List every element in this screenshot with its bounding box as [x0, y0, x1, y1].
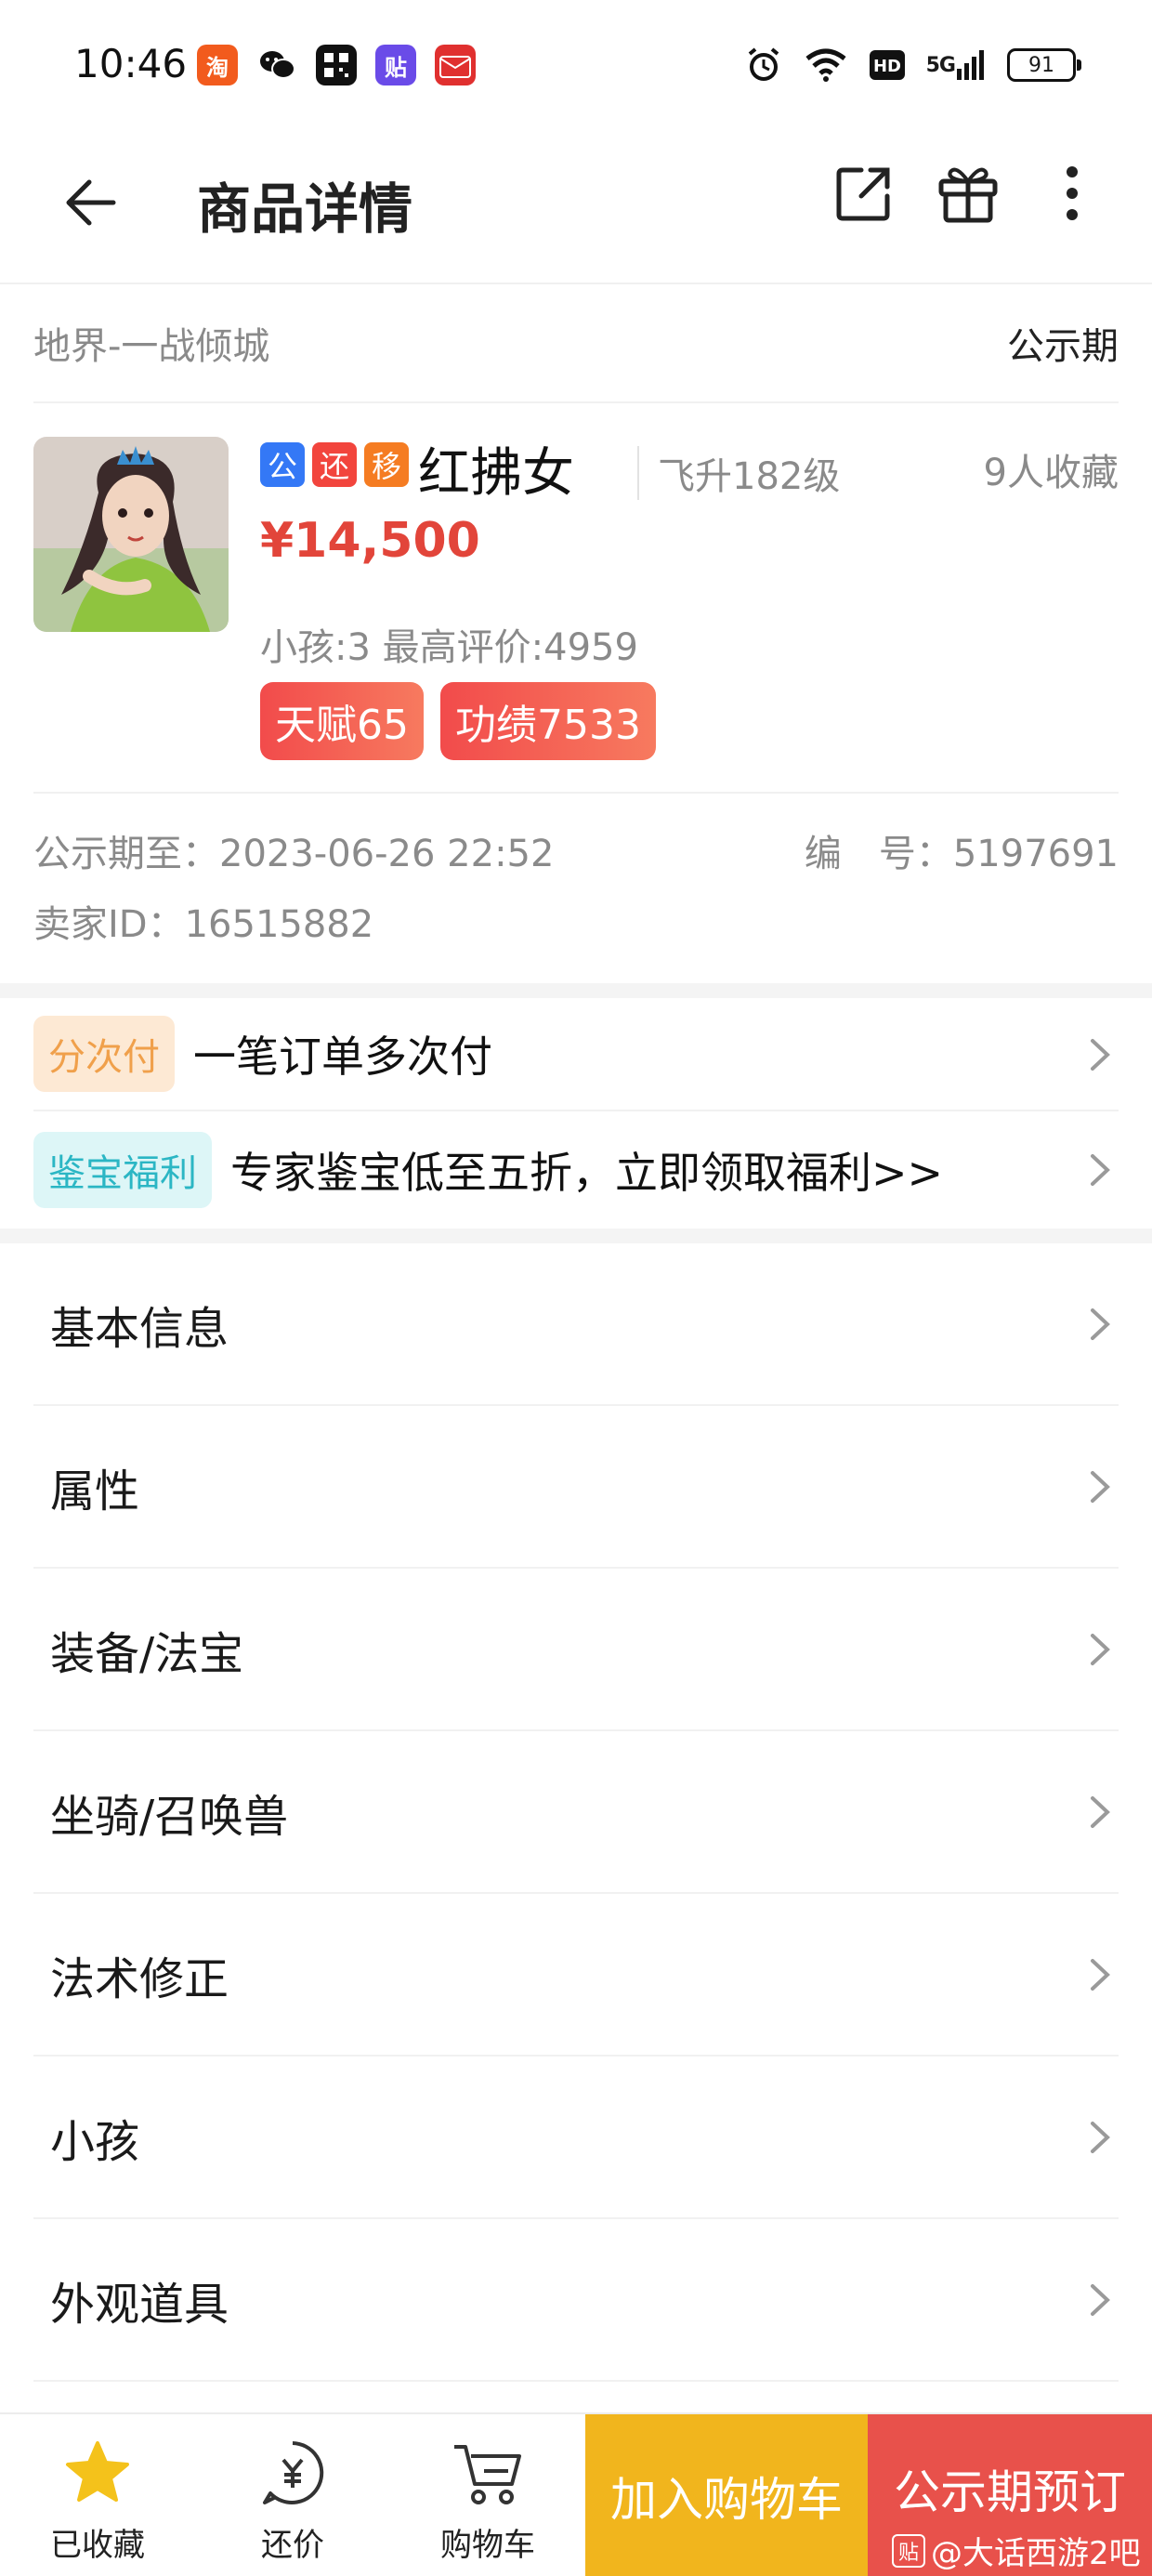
preorder-label: 公示期预订: [894, 2465, 1126, 2519]
menu-item-label: 坐骑/召唤兽: [50, 1790, 289, 1843]
public-tag: 公: [260, 442, 305, 487]
public-until: 公示期至：2023-06-26 22:52: [33, 833, 555, 875]
chevron-right-icon: [1091, 1634, 1110, 1665]
product-card: 公 还 移 红拂女 飞升182级 9人收藏 ¥14,500 小孩:3 最高评价:…: [33, 403, 1119, 794]
menu-item-children[interactable]: 小孩: [33, 2057, 1119, 2219]
chevron-right-icon: [1091, 1308, 1110, 1340]
chevron-right-icon: [1091, 1796, 1110, 1828]
character-avatar[interactable]: [33, 437, 229, 632]
more-icon[interactable]: [1039, 160, 1106, 227]
bargain-button[interactable]: 还价: [195, 2414, 390, 2576]
section-divider: [0, 1229, 1152, 1243]
cell-signal-icon: 5G: [926, 45, 987, 85]
favorite-button[interactable]: 已收藏: [0, 2414, 195, 2576]
bargain-tag: 还: [312, 442, 357, 487]
watermark-text: @大话西游2吧: [931, 2535, 1141, 2572]
installment-promo[interactable]: 分次付 一笔订单多次付: [33, 998, 1119, 1111]
battery-icon: 91: [1007, 45, 1081, 85]
favorite-count: 9人收藏: [983, 452, 1119, 494]
chevron-right-icon: [1091, 1154, 1110, 1186]
section-divider: [0, 983, 1152, 998]
menu-item-label: 小孩: [50, 2115, 140, 2168]
battery-level: 91: [1028, 53, 1054, 77]
sub-info: 小孩:3 最高评价:4959: [260, 626, 638, 669]
appraisal-promo[interactable]: 鉴宝福利 专家鉴宝低至五折，立即领取福利>>: [33, 1113, 1119, 1227]
cart-button[interactable]: 购物车: [390, 2414, 585, 2576]
system-icons: HD 5G 91: [744, 45, 1081, 85]
product-tags: 公 还 移: [260, 442, 409, 487]
character-level: 飞升182级: [637, 446, 840, 500]
menu-item-label: 装备/法宝: [50, 1627, 244, 1680]
cart-icon: [449, 2434, 527, 2512]
svg-text:HD: HD: [873, 57, 901, 76]
menu-item-mounts-pets[interactable]: 坐骑/召唤兽: [33, 1731, 1119, 1894]
add-to-cart-button[interactable]: 加入购物车: [585, 2414, 868, 2576]
bargain-label: 还价: [261, 2527, 324, 2564]
menu-item-appearance[interactable]: 外观道具: [33, 2219, 1119, 2382]
redpacket-app-icon: [435, 45, 476, 85]
cart-label: 购物车: [440, 2527, 535, 2564]
menu-item-label: 基本信息: [50, 1302, 229, 1355]
notification-icons: 淘 贴: [197, 45, 476, 85]
tieba-watermark-icon: 贴: [892, 2533, 925, 2568]
share-icon[interactable]: [831, 160, 897, 227]
transfer-tag: 移: [364, 442, 409, 487]
taobao-app-icon: 淘: [197, 45, 238, 85]
bottom-action-bar: 已收藏 还价 购物车 加入购物车 公示期预订 贴 @大话西游2吧: [0, 2412, 1152, 2576]
seller-id: 卖家ID：16515882: [33, 903, 374, 946]
server-name: 地界-一战倾城: [33, 325, 270, 368]
tieba-app-icon: 贴: [375, 45, 416, 85]
top-navigation-bar: 商品详情: [0, 139, 1152, 284]
listing-meta: 公示期至：2023-06-26 22:52 编 号：5197691 卖家ID：1…: [33, 823, 1119, 961]
chevron-right-icon: [1091, 2284, 1110, 2316]
menu-item-label: 属性: [50, 1465, 140, 1518]
chevron-right-icon: [1091, 2122, 1110, 2153]
wifi-icon: [804, 45, 848, 85]
appraisal-tag: 鉴宝福利: [33, 1132, 212, 1208]
appraisal-text: 专家鉴宝低至五折，立即领取福利>>: [230, 1148, 944, 1198]
character-name: 红拂女: [418, 443, 574, 504]
menu-item-spell-correction[interactable]: 法术修正: [33, 1894, 1119, 2057]
server-row: 地界-一战倾城 公示期: [33, 284, 1119, 403]
price: ¥14,500: [260, 513, 480, 569]
merit-badge: 功绩7533: [440, 682, 656, 760]
installment-tag: 分次付: [33, 1016, 175, 1092]
qr-app-icon: [316, 45, 357, 85]
page-title: 商品详情: [197, 177, 413, 241]
status-bar: 10:46 淘 贴 HD 5G 91: [0, 0, 1152, 139]
menu-item-label: 法术修正: [50, 1952, 229, 2005]
menu-item-attributes[interactable]: 属性: [33, 1406, 1119, 1569]
yuan-chat-icon: [254, 2434, 332, 2512]
back-arrow-icon[interactable]: [58, 167, 128, 238]
alarm-icon: [744, 45, 783, 85]
hd-icon: HD: [869, 45, 906, 85]
gift-icon[interactable]: [935, 160, 1001, 227]
status-time: 10:46: [74, 41, 188, 86]
chevron-right-icon: [1091, 1959, 1110, 1991]
chevron-right-icon: [1091, 1471, 1110, 1503]
wechat-icon: [256, 45, 297, 85]
menu-item-basic-info[interactable]: 基本信息: [33, 1243, 1119, 1406]
menu-item-label: 外观道具: [50, 2278, 229, 2331]
detail-menu: 基本信息 属性 装备/法宝 坐骑/召唤兽 法术修正 小孩 外观道具: [33, 1243, 1119, 2382]
menu-item-equipment[interactable]: 装备/法宝: [33, 1569, 1119, 1731]
star-icon: [59, 2434, 137, 2512]
chevron-right-icon: [1091, 1039, 1110, 1071]
installment-text: 一笔订单多次付: [193, 1032, 492, 1082]
listing-stage: 公示期: [1007, 325, 1119, 368]
listing-number: 编 号：5197691: [804, 833, 1119, 875]
watermark: 贴 @大话西游2吧: [892, 2528, 1141, 2573]
talent-badge: 天赋65: [260, 682, 424, 760]
favorite-label: 已收藏: [50, 2527, 145, 2564]
